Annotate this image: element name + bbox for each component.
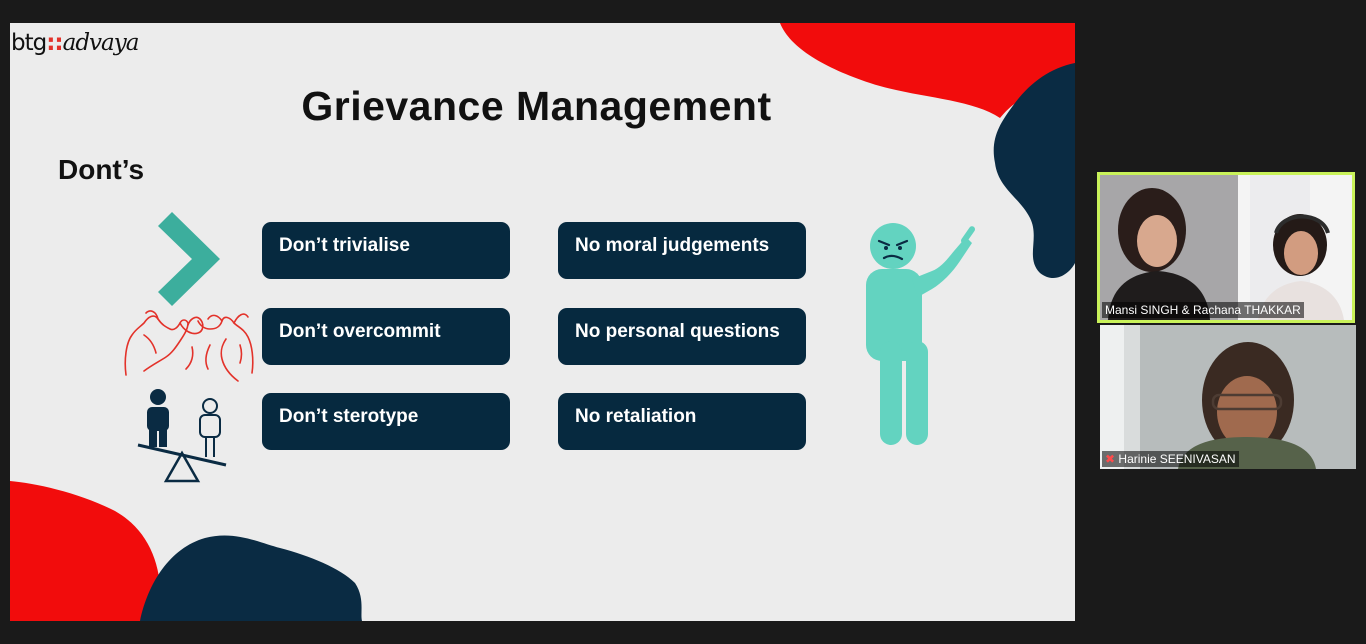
participant-name-label: ✖ Harinie SEENIVASAN [1102, 451, 1239, 467]
card-dont-trivialise: Don’t trivialise [262, 222, 510, 279]
participant-tile-mansi-rachana[interactable]: Mansi SINGH & Rachana THAKKAR [1097, 172, 1355, 323]
card-no-moral-judgements: No moral judgements [558, 222, 806, 279]
seesaw-icon [137, 389, 227, 483]
card-dont-overcommit: Don’t overcommit [262, 308, 510, 365]
video-feed [1100, 325, 1356, 469]
btg-advaya-logo: btg::advaya [11, 30, 139, 56]
card-dont-sterotype: Don’t sterotype [262, 393, 510, 450]
slide-title: Grievance Management [301, 83, 772, 129]
chevron-right-icon [158, 212, 220, 306]
muted-mic-icon: ✖ [1105, 452, 1116, 466]
filled-person-icon [147, 389, 169, 447]
bottom-left-navy-blob [140, 535, 362, 621]
participant-tile-harinie[interactable]: ✖ Harinie SEENIVASAN [1100, 325, 1356, 469]
video-feed [1100, 175, 1352, 320]
bottom-left-red-blob [10, 481, 161, 621]
pointing-figure-icon [866, 223, 976, 445]
card-no-retaliation: No retaliation [558, 393, 806, 450]
card-no-personal-questions: No personal questions [558, 308, 806, 365]
outline-person-icon [199, 398, 221, 457]
presentation-slide: btg::advaya Grievance Management Dont’s … [10, 23, 1075, 621]
slide-subtitle: Dont’s [58, 154, 145, 185]
participant-name-label: Mansi SINGH & Rachana THAKKAR [1102, 302, 1304, 318]
pinky-promise-icon [124, 310, 254, 382]
